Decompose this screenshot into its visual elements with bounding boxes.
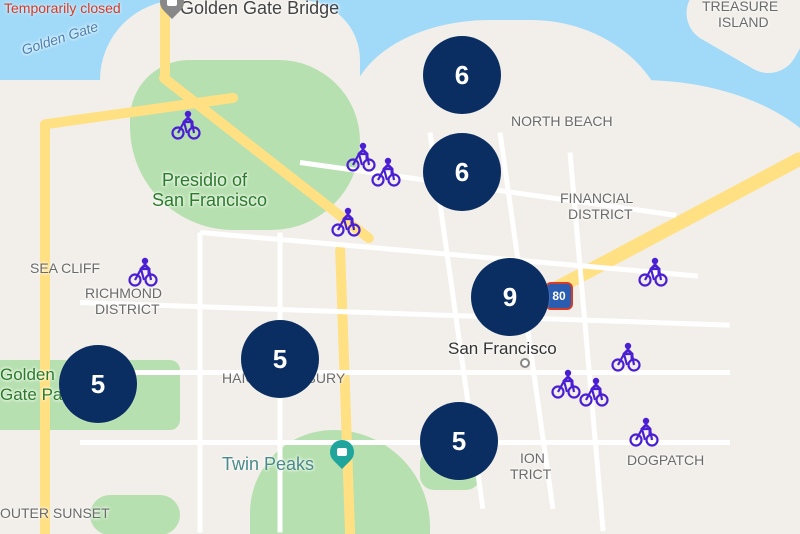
label-neighborhood: OUTER SUNSET <box>0 505 110 521</box>
bike-marker-icon[interactable] <box>370 155 402 187</box>
bike-marker-icon[interactable] <box>170 108 202 140</box>
label-poi-twin-peaks: Twin Peaks <box>222 454 314 475</box>
label-neighborhood: FINANCIAL <box>560 190 633 206</box>
label-bridge: Golden Gate Bridge <box>180 0 339 19</box>
bike-marker-icon[interactable] <box>578 375 610 407</box>
bike-marker-icon[interactable] <box>637 255 669 287</box>
label-neighborhood: ION <box>520 450 545 466</box>
label-neighborhood: NORTH BEACH <box>511 113 613 129</box>
highway-shield-icon: 80 <box>545 282 573 310</box>
bike-marker-icon[interactable] <box>628 415 660 447</box>
label-ggpark: Golden <box>0 365 55 385</box>
cluster-marker[interactable]: 6 <box>423 36 501 114</box>
cluster-marker[interactable]: 5 <box>420 402 498 480</box>
label-neighborhood: TRICT <box>510 466 551 482</box>
bike-marker-icon[interactable] <box>610 340 642 372</box>
cluster-marker[interactable]: 5 <box>59 345 137 423</box>
label-city: San Francisco <box>448 339 557 359</box>
label-neighborhood: ISLAND <box>718 14 769 30</box>
road <box>198 233 203 533</box>
map-canvas[interactable]: Temporarily closed Golden Gate Golden Ga… <box>0 0 800 534</box>
cluster-marker[interactable]: 5 <box>241 320 319 398</box>
bike-marker-icon[interactable] <box>330 205 362 237</box>
label-neighborhood: SEA CLIFF <box>30 260 100 276</box>
label-presidio: Presidio of <box>162 170 247 191</box>
label-water: Golden Gate <box>19 18 99 58</box>
label-neighborhood: TREASURE <box>702 0 778 14</box>
label-neighborhood: RICHMOND <box>85 285 162 301</box>
bike-marker-icon[interactable] <box>127 255 159 287</box>
label-presidio: San Francisco <box>152 190 267 211</box>
cluster-marker[interactable]: 9 <box>471 258 549 336</box>
label-road-closure: Temporarily closed <box>4 0 121 16</box>
city-marker-dot <box>520 358 530 368</box>
road <box>40 120 50 534</box>
label-neighborhood: DISTRICT <box>95 301 160 317</box>
label-neighborhood: DISTRICT <box>568 206 633 222</box>
cluster-marker[interactable]: 6 <box>423 133 501 211</box>
label-neighborhood: DOGPATCH <box>627 452 704 468</box>
